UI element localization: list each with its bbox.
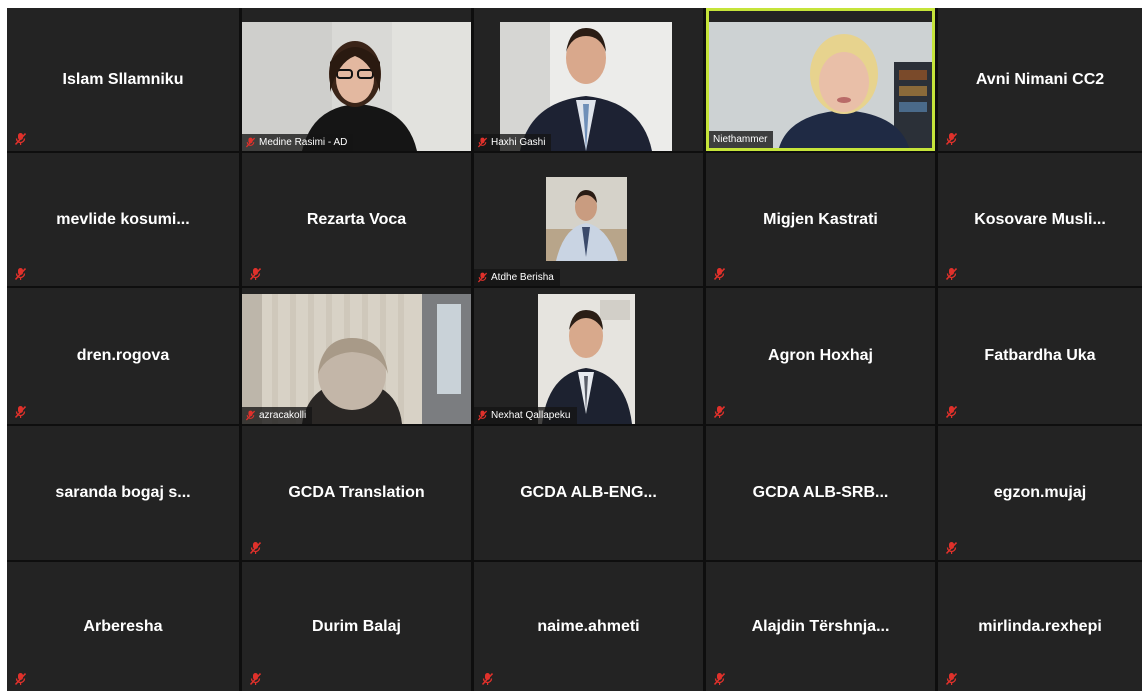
video-feed — [500, 22, 672, 151]
muted-mic-icon — [250, 673, 261, 685]
participant-tile[interactable]: dren.rogova — [7, 288, 239, 424]
video-feed — [242, 294, 471, 424]
participant-name: dren.rogova — [76, 347, 170, 364]
participant-tile[interactable]: mevlide kosumi... — [7, 153, 239, 286]
participant-tile[interactable]: Islam Sllamniku — [7, 8, 239, 151]
muted-mic-icon — [246, 410, 255, 421]
participant-tile-active-speaker[interactable]: Niethammer — [706, 8, 935, 151]
muted-mic-icon — [15, 406, 26, 418]
muted-mic-icon — [15, 673, 26, 685]
participant-name: Avni Nimani CC2 — [975, 70, 1105, 88]
participant-name-label: Niethammer — [709, 131, 774, 148]
participant-name: GCDA ALB-SRB... — [752, 484, 889, 501]
muted-mic-icon — [714, 406, 725, 418]
participant-name: GCDA Translation — [288, 484, 425, 501]
participant-grid: Islam Sllamniku Medine Rasimi - AD Haxhi… — [7, 8, 1142, 691]
participant-name: Atdhe Berisha — [491, 272, 554, 283]
participant-name: Niethammer — [713, 134, 768, 145]
participant-tile[interactable]: naime.ahmeti — [474, 562, 703, 691]
muted-mic-icon — [246, 137, 255, 148]
muted-mic-icon — [714, 268, 725, 280]
muted-mic-icon — [250, 542, 261, 554]
muted-mic-icon — [946, 542, 957, 554]
participant-name-label: Haxhi Gashi — [474, 134, 552, 151]
muted-mic-icon — [714, 673, 725, 685]
participant-tile[interactable]: Durim Balaj — [242, 562, 471, 691]
participant-name: Kosovare Musli... — [974, 210, 1106, 228]
participant-name: Alajdin Tërshnja... — [751, 617, 890, 635]
participant-name: Agron Hoxhaj — [768, 347, 873, 364]
participant-tile[interactable]: Atdhe Berisha — [474, 153, 703, 286]
muted-mic-icon — [946, 673, 957, 685]
participant-name: Haxhi Gashi — [491, 137, 546, 148]
participant-tile[interactable]: Fatbardha Uka — [938, 288, 1142, 424]
muted-mic-icon — [482, 673, 493, 685]
participant-tile[interactable]: saranda bogaj s... — [7, 426, 239, 560]
muted-mic-icon — [15, 133, 26, 145]
participant-tile[interactable]: Haxhi Gashi — [474, 8, 703, 151]
participant-name: Nexhat Qallapeku — [491, 410, 571, 421]
participant-tile[interactable]: Nexhat Qallapeku — [474, 288, 703, 424]
video-feed — [546, 177, 627, 261]
participant-name: Islam Sllamniku — [62, 70, 184, 88]
participant-name-label: Nexhat Qallapeku — [474, 407, 577, 424]
muted-mic-icon — [946, 133, 957, 145]
muted-mic-icon — [15, 268, 26, 280]
video-gallery: Islam Sllamniku Medine Rasimi - AD Haxhi… — [7, 8, 1142, 691]
participant-name: Migjen Kastrati — [763, 210, 878, 228]
participant-tile[interactable]: azracakolli — [242, 288, 471, 424]
muted-mic-icon — [946, 406, 957, 418]
participant-name: Medine Rasimi - AD — [259, 137, 348, 148]
participant-name: Fatbardha Uka — [984, 347, 1096, 364]
participant-name: saranda bogaj s... — [55, 484, 191, 501]
participant-name: egzon.mujaj — [993, 484, 1087, 501]
participant-tile[interactable]: Kosovare Musli... — [938, 153, 1142, 286]
participant-name: Arberesha — [83, 617, 163, 635]
muted-mic-icon — [478, 410, 487, 421]
muted-mic-icon — [946, 268, 957, 280]
participant-tile[interactable]: Agron Hoxhaj — [706, 288, 935, 424]
participant-name: azracakolli — [259, 410, 307, 421]
video-feed — [709, 22, 932, 148]
muted-mic-icon — [478, 137, 487, 148]
participant-name: Durim Balaj — [312, 617, 401, 635]
participant-tile[interactable]: Rezarta Voca — [242, 153, 471, 286]
participant-tile[interactable]: Alajdin Tërshnja... — [706, 562, 935, 691]
video-feed — [538, 294, 635, 424]
participant-name: naime.ahmeti — [537, 617, 640, 635]
participant-tile[interactable]: GCDA ALB-SRB... — [706, 426, 935, 560]
participant-name-label: Medine Rasimi - AD — [242, 134, 354, 151]
video-feed — [242, 22, 471, 151]
participant-name: GCDA ALB-ENG... — [520, 484, 657, 501]
participant-tile[interactable]: Arberesha — [7, 562, 239, 691]
participant-tile[interactable]: GCDA ALB-ENG... — [474, 426, 703, 560]
participant-name: Rezarta Voca — [306, 210, 407, 228]
muted-mic-icon — [478, 272, 487, 283]
participant-tile[interactable]: Medine Rasimi - AD — [242, 8, 471, 151]
participant-name: mevlide kosumi... — [56, 210, 190, 228]
participant-tile[interactable]: GCDA Translation — [242, 426, 471, 560]
participant-name-label: azracakolli — [242, 407, 313, 424]
participant-name-label: Atdhe Berisha — [474, 269, 560, 286]
participant-tile[interactable]: Migjen Kastrati — [706, 153, 935, 286]
participant-tile[interactable]: Avni Nimani CC2 — [938, 8, 1142, 151]
participant-name: mirlinda.rexhepi — [978, 617, 1102, 635]
muted-mic-icon — [250, 268, 261, 280]
participant-tile[interactable]: egzon.mujaj — [938, 426, 1142, 560]
participant-tile[interactable]: mirlinda.rexhepi — [938, 562, 1142, 691]
